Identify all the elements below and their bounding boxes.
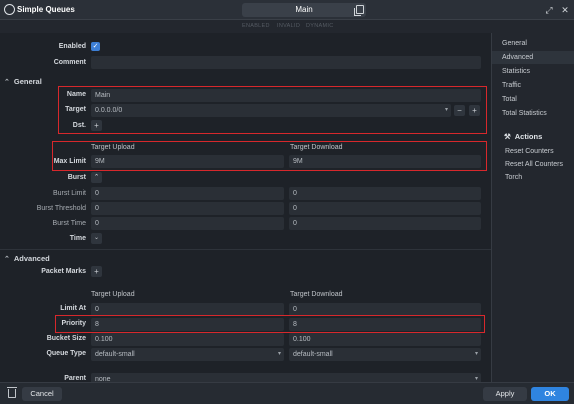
burst-threshold-download-field[interactable]: 0 <box>289 202 481 215</box>
col-adv-target-download: Target Download <box>290 291 343 298</box>
burst-time-download-field[interactable]: 0 <box>289 217 481 230</box>
close-icon[interactable]: ✕ <box>559 4 571 16</box>
highlight-general <box>58 86 487 134</box>
action-reset-counters[interactable]: Reset Counters <box>505 148 554 155</box>
form-panel: Enabled ✓ Comment ⌃ General Name Main Tar… <box>0 33 491 382</box>
actions-icon: ⚒ <box>504 132 511 141</box>
packet-marks-label: Packet Marks <box>41 268 86 275</box>
state-dynamic: DYNAMIC <box>306 23 334 29</box>
tab-total-statistics[interactable]: Total Statistics <box>492 107 574 120</box>
burst-time-upload-field[interactable]: 0 <box>91 217 284 230</box>
actions-header: ⚒ Actions <box>504 132 543 141</box>
tab-advanced[interactable]: Advanced <box>492 51 574 64</box>
bucket-size-label: Bucket Size <box>46 335 86 342</box>
dropdown-arrow-icon: ▾ <box>474 351 478 357</box>
action-torch[interactable]: Torch <box>505 174 522 181</box>
time-expand-button[interactable]: ⌄ <box>91 233 102 244</box>
comment-field[interactable] <box>91 56 481 69</box>
window-title: Simple Queues <box>17 5 75 14</box>
apply-button[interactable]: Apply <box>483 387 527 401</box>
enabled-checkbox[interactable]: ✓ <box>91 42 100 51</box>
advanced-section-header[interactable]: ⌃ Advanced <box>4 254 50 263</box>
bottom-bar: Cancel Apply OK <box>0 382 574 404</box>
limit-at-label: Limit At <box>60 305 86 312</box>
packet-marks-add-button[interactable]: + <box>91 266 102 277</box>
burst-collapse-button[interactable]: ⌃ <box>91 172 102 183</box>
ok-button[interactable]: OK <box>531 387 569 401</box>
burst-limit-upload-field[interactable]: 0 <box>91 187 284 200</box>
tab-statistics[interactable]: Statistics <box>492 65 574 78</box>
tab-traffic[interactable]: Traffic <box>492 79 574 92</box>
title-bar: Simple Queues Main ⤢ ✕ <box>0 0 574 20</box>
section-divider <box>0 249 491 250</box>
trash-icon[interactable] <box>7 387 17 398</box>
state-enabled: ENABLED <box>242 23 270 29</box>
dropdown-arrow-icon: ▾ <box>474 376 478 382</box>
burst-limit-download-field[interactable]: 0 <box>289 187 481 200</box>
queue-icon <box>4 4 15 15</box>
bucket-size-download-field[interactable]: 0.100 <box>289 333 481 346</box>
copy-icon[interactable] <box>354 5 364 16</box>
queue-type-upload-select[interactable]: default-small ▾ <box>91 348 284 361</box>
parent-label: Parent <box>64 375 86 382</box>
comment-label: Comment <box>53 59 86 66</box>
burst-threshold-label: Burst Threshold <box>36 205 86 212</box>
queue-type-download-select[interactable]: default-small ▾ <box>289 348 481 361</box>
burst-label: Burst <box>67 174 86 181</box>
col-adv-target-upload: Target Upload <box>91 291 135 298</box>
parent-select[interactable]: none ▾ <box>91 373 481 382</box>
burst-time-label: Burst Time <box>52 220 86 227</box>
time-label: Time <box>69 235 86 242</box>
burst-threshold-upload-field[interactable]: 0 <box>91 202 284 215</box>
highlight-priority <box>55 315 485 333</box>
highlight-max-limit <box>52 141 487 171</box>
queue-name-display: Main <box>242 3 366 17</box>
cancel-button[interactable]: Cancel <box>22 387 62 401</box>
dropdown-arrow-icon: ▾ <box>277 351 281 357</box>
tab-general[interactable]: General <box>492 37 574 50</box>
tab-total[interactable]: Total <box>492 93 574 106</box>
queue-type-label: Queue Type <box>46 350 86 357</box>
enabled-label: Enabled <box>58 43 86 50</box>
bucket-size-upload-field[interactable]: 0.100 <box>91 333 284 346</box>
state-invalid: INVALID <box>277 23 301 29</box>
action-reset-all-counters[interactable]: Reset All Counters <box>505 161 563 168</box>
expand-icon[interactable]: ⤢ <box>543 4 555 16</box>
general-section-header[interactable]: ⌃ General <box>4 77 42 86</box>
sidebar: General Advanced Statistics Traffic Tota… <box>491 33 574 382</box>
state-bar: ENABLED INVALID DYNAMIC <box>0 20 574 33</box>
burst-limit-label: Burst Limit <box>52 190 86 197</box>
